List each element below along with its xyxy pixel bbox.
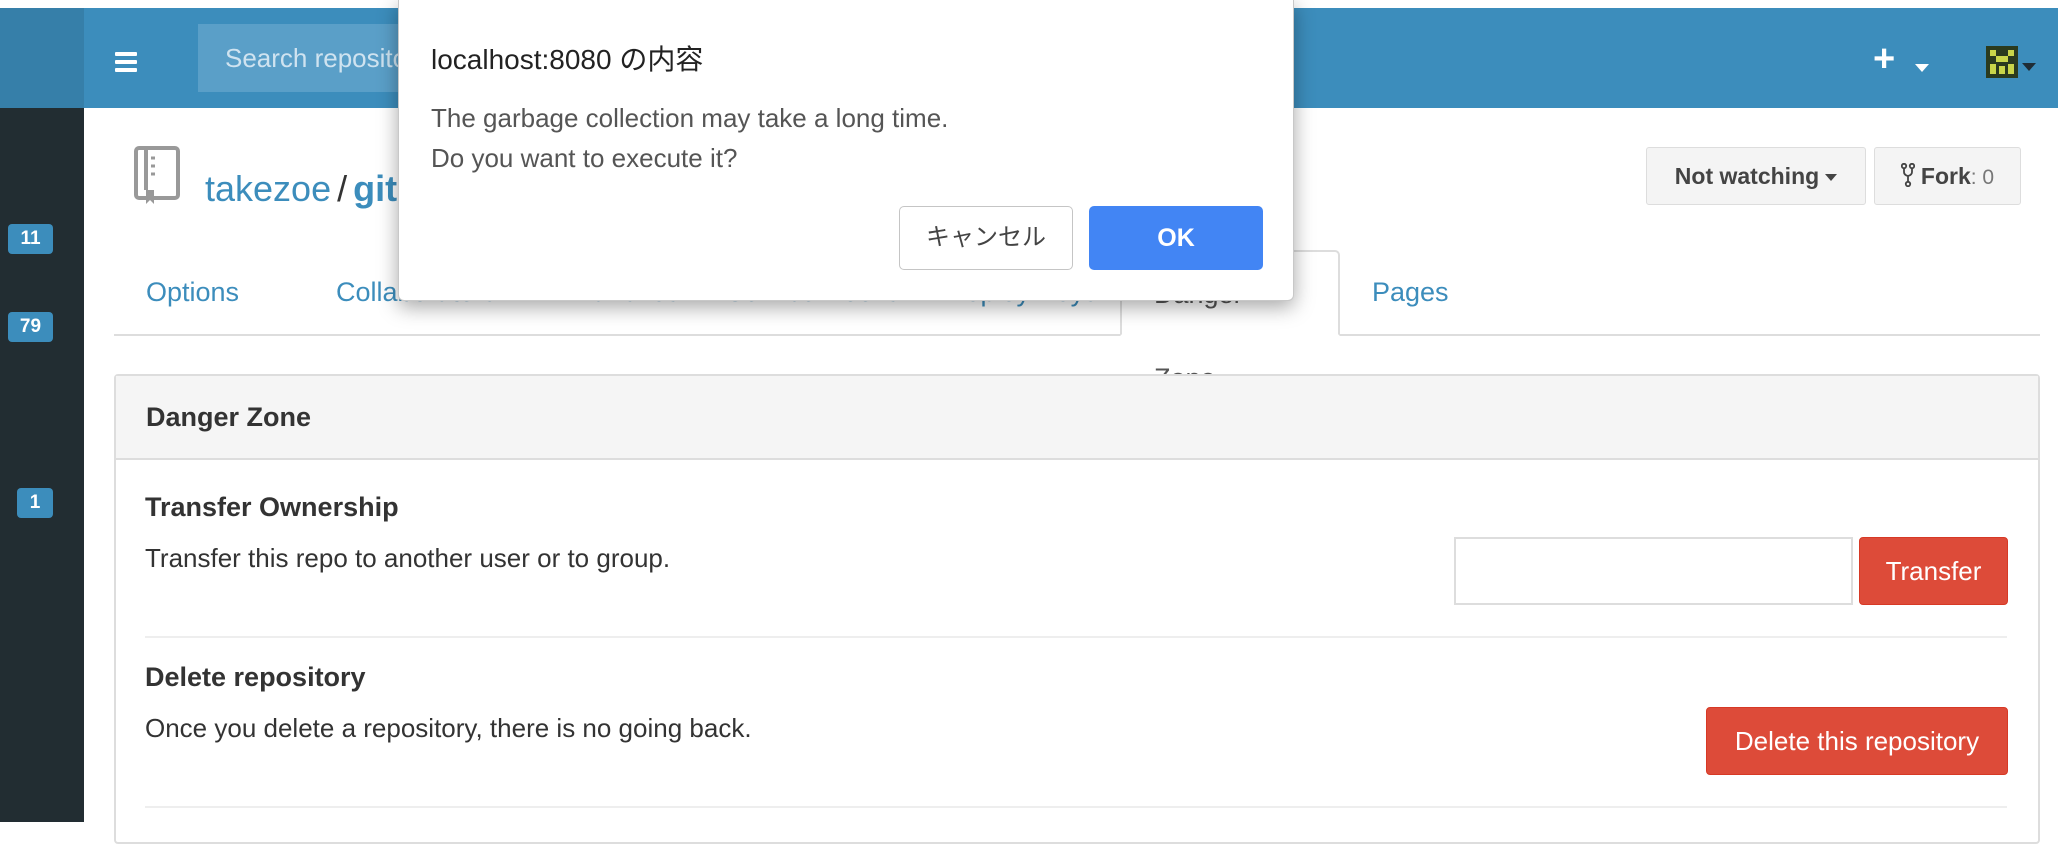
- tab-pages[interactable]: Pages: [1340, 250, 1481, 334]
- dialog-message-line-2: Do you want to execute it?: [431, 143, 738, 173]
- navbar-logo-area: [0, 8, 84, 108]
- plus-icon: +: [1873, 38, 1896, 80]
- dialog-cancel-button[interactable]: キャンセル: [899, 206, 1073, 270]
- caret-down-icon: [1915, 64, 1929, 72]
- create-new-menu[interactable]: +: [1873, 38, 1929, 81]
- sidebar-badge-pull-requests[interactable]: 79: [8, 312, 53, 342]
- delete-repository-button[interactable]: Delete this repository: [1706, 707, 2008, 775]
- avatar-caret-down-icon[interactable]: [2022, 63, 2036, 71]
- transfer-ownership-description: Transfer this repo to another user or to…: [145, 543, 671, 573]
- fork-label: Fork: [1920, 163, 1971, 189]
- confirm-dialog: localhost:8080 の内容 The garbage collectio…: [398, 0, 1294, 301]
- delete-repository-title: Delete repository: [145, 662, 366, 692]
- section-divider: [145, 636, 2007, 638]
- user-avatar[interactable]: [1986, 46, 2018, 78]
- transfer-new-owner-input[interactable]: [1454, 537, 1853, 605]
- watch-label: Not watching: [1674, 163, 1820, 189]
- caret-down-icon: [1825, 174, 1838, 182]
- fork-icon: [1900, 162, 1915, 188]
- tab-options[interactable]: Options: [114, 250, 271, 334]
- avatar-identicon-icon: [1986, 46, 2018, 78]
- watch-button[interactable]: Not watching: [1646, 147, 1866, 205]
- transfer-button[interactable]: Transfer: [1859, 537, 2008, 605]
- sidebar-badge-issues[interactable]: 11: [8, 224, 53, 254]
- fork-count: : 0: [1970, 166, 1995, 189]
- repo-owner-link[interactable]: takezoe: [205, 168, 331, 209]
- danger-zone-header: Danger Zone: [116, 376, 2038, 460]
- dialog-ok-button[interactable]: OK: [1089, 206, 1263, 270]
- delete-repository-description: Once you delete a repository, there is n…: [145, 713, 752, 743]
- left-sidebar: 11 79 1: [0, 108, 84, 822]
- dialog-message: The garbage collection may take a long t…: [431, 98, 948, 178]
- dialog-message-line-1: The garbage collection may take a long t…: [431, 103, 949, 133]
- repository-icon: [134, 146, 180, 204]
- dialog-title: localhost:8080 の内容: [431, 44, 704, 75]
- transfer-ownership-title: Transfer Ownership: [145, 492, 399, 522]
- repo-separator: /: [337, 168, 348, 209]
- section-divider: [145, 806, 2007, 808]
- fork-button[interactable]: Fork: 0: [1874, 147, 2021, 205]
- sidebar-badge-wiki[interactable]: 1: [17, 488, 53, 518]
- menu-toggle-icon[interactable]: [115, 52, 137, 76]
